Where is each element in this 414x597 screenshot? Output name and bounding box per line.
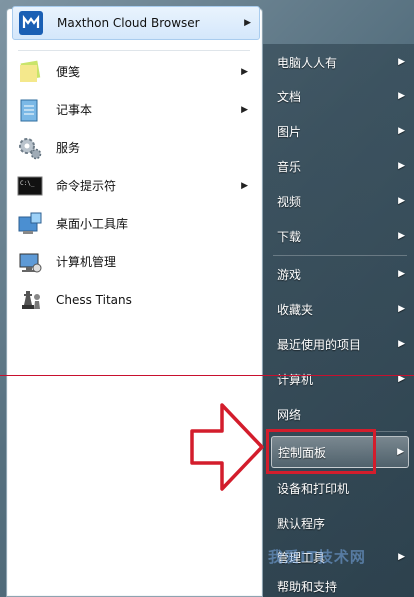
submenu-arrow-icon: ▶ bbox=[244, 18, 251, 28]
submenu-arrow-icon: ▶ bbox=[398, 57, 405, 67]
submenu-arrow-icon: ▶ bbox=[398, 161, 405, 171]
menu-devices-printers[interactable]: 设备和打印机 bbox=[271, 473, 409, 503]
submenu-arrow-icon: ▶ bbox=[398, 304, 405, 314]
menu-label: 音乐 bbox=[277, 159, 302, 174]
notepad-icon bbox=[16, 96, 44, 124]
program-chess-titans[interactable]: Chess Titans bbox=[12, 283, 256, 316]
program-label: 记事本 bbox=[56, 103, 93, 117]
submenu-arrow-icon: ▶ bbox=[241, 180, 248, 191]
svg-text:C:\_: C:\_ bbox=[20, 180, 35, 187]
menu-label: 网络 bbox=[277, 407, 302, 422]
menu-label: 帮助和支持 bbox=[277, 580, 338, 594]
computer-management-icon bbox=[16, 248, 44, 276]
menu-default-programs[interactable]: 默认程序 bbox=[271, 508, 409, 538]
program-command-prompt[interactable]: C:\_ 命令提示符 ▶ bbox=[12, 169, 256, 202]
menu-pictures[interactable]: 图片 ▶ bbox=[271, 116, 409, 146]
chess-icon bbox=[16, 286, 44, 314]
menu-favorites[interactable]: 收藏夹 ▶ bbox=[271, 294, 409, 324]
outline-arrow-icon bbox=[190, 403, 264, 491]
program-maxthon[interactable]: Maxthon Cloud Browser ▶ bbox=[12, 6, 260, 40]
desktop-gadgets-icon bbox=[16, 210, 44, 238]
submenu-arrow-icon: ▶ bbox=[397, 447, 404, 457]
submenu-arrow-icon: ▶ bbox=[398, 91, 405, 101]
sticky-notes-icon bbox=[16, 58, 44, 86]
program-label: Chess Titans bbox=[56, 292, 132, 307]
menu-recent-items[interactable]: 最近使用的项目 ▶ bbox=[271, 329, 409, 359]
divider bbox=[273, 255, 407, 256]
program-label: 计算机管理 bbox=[56, 255, 117, 269]
menu-documents[interactable]: 文档 ▶ bbox=[271, 81, 409, 111]
annotation-line bbox=[0, 375, 414, 376]
menu-downloads[interactable]: 下载 ▶ bbox=[271, 221, 409, 251]
menu-music[interactable]: 音乐 ▶ bbox=[271, 151, 409, 181]
menu-network[interactable]: 网络 bbox=[271, 399, 409, 429]
program-label: 便笺 bbox=[56, 65, 81, 79]
menu-label: 图片 bbox=[277, 124, 302, 139]
menu-computer[interactable]: 计算机 ▶ bbox=[271, 364, 409, 394]
menu-label: 收藏夹 bbox=[277, 302, 314, 317]
menu-label: 设备和打印机 bbox=[277, 481, 350, 496]
submenu-arrow-icon: ▶ bbox=[398, 231, 405, 241]
maxthon-icon bbox=[17, 9, 45, 37]
submenu-arrow-icon: ▶ bbox=[241, 66, 248, 77]
menu-label: 默认程序 bbox=[277, 516, 326, 531]
program-computer-management[interactable]: 计算机管理 bbox=[12, 245, 256, 278]
program-label: Maxthon Cloud Browser bbox=[57, 16, 200, 30]
menu-label: 下载 bbox=[277, 229, 302, 244]
services-gear-icon bbox=[16, 134, 44, 162]
menu-games[interactable]: 游戏 ▶ bbox=[271, 259, 409, 289]
divider bbox=[18, 50, 250, 51]
program-desktop-gadgets[interactable]: 桌面小工具库 bbox=[12, 207, 256, 240]
menu-label: 计算机 bbox=[277, 372, 314, 387]
menu-user-folder[interactable]: 电脑人人有 ▶ bbox=[271, 47, 409, 77]
menu-label: 文档 bbox=[277, 89, 302, 104]
submenu-arrow-icon: ▶ bbox=[241, 104, 248, 115]
submenu-arrow-icon: ▶ bbox=[398, 552, 405, 562]
submenu-arrow-icon: ▶ bbox=[398, 269, 405, 279]
submenu-arrow-icon: ▶ bbox=[398, 126, 405, 136]
menu-label: 电脑人人有 bbox=[277, 55, 338, 70]
menu-videos[interactable]: 视频 ▶ bbox=[271, 186, 409, 216]
program-label: 服务 bbox=[56, 141, 81, 155]
command-prompt-icon: C:\_ bbox=[16, 172, 44, 200]
menu-label: 最近使用的项目 bbox=[277, 337, 362, 352]
watermark: 我爱IT技术网 bbox=[268, 548, 366, 566]
menu-label: 游戏 bbox=[277, 267, 302, 282]
menu-label: 视频 bbox=[277, 194, 302, 209]
program-notepad[interactable]: 记事本 ▶ bbox=[12, 93, 256, 126]
submenu-arrow-icon: ▶ bbox=[398, 196, 405, 206]
annotation-highlight-box bbox=[266, 429, 376, 474]
program-sticky-notes[interactable]: 便笺 ▶ bbox=[12, 55, 256, 88]
program-services[interactable]: 服务 bbox=[12, 131, 256, 164]
program-label: 命令提示符 bbox=[56, 179, 117, 193]
menu-help-support[interactable]: 帮助和支持 bbox=[271, 576, 409, 597]
submenu-arrow-icon: ▶ bbox=[398, 339, 405, 349]
program-label: 桌面小工具库 bbox=[56, 217, 129, 231]
